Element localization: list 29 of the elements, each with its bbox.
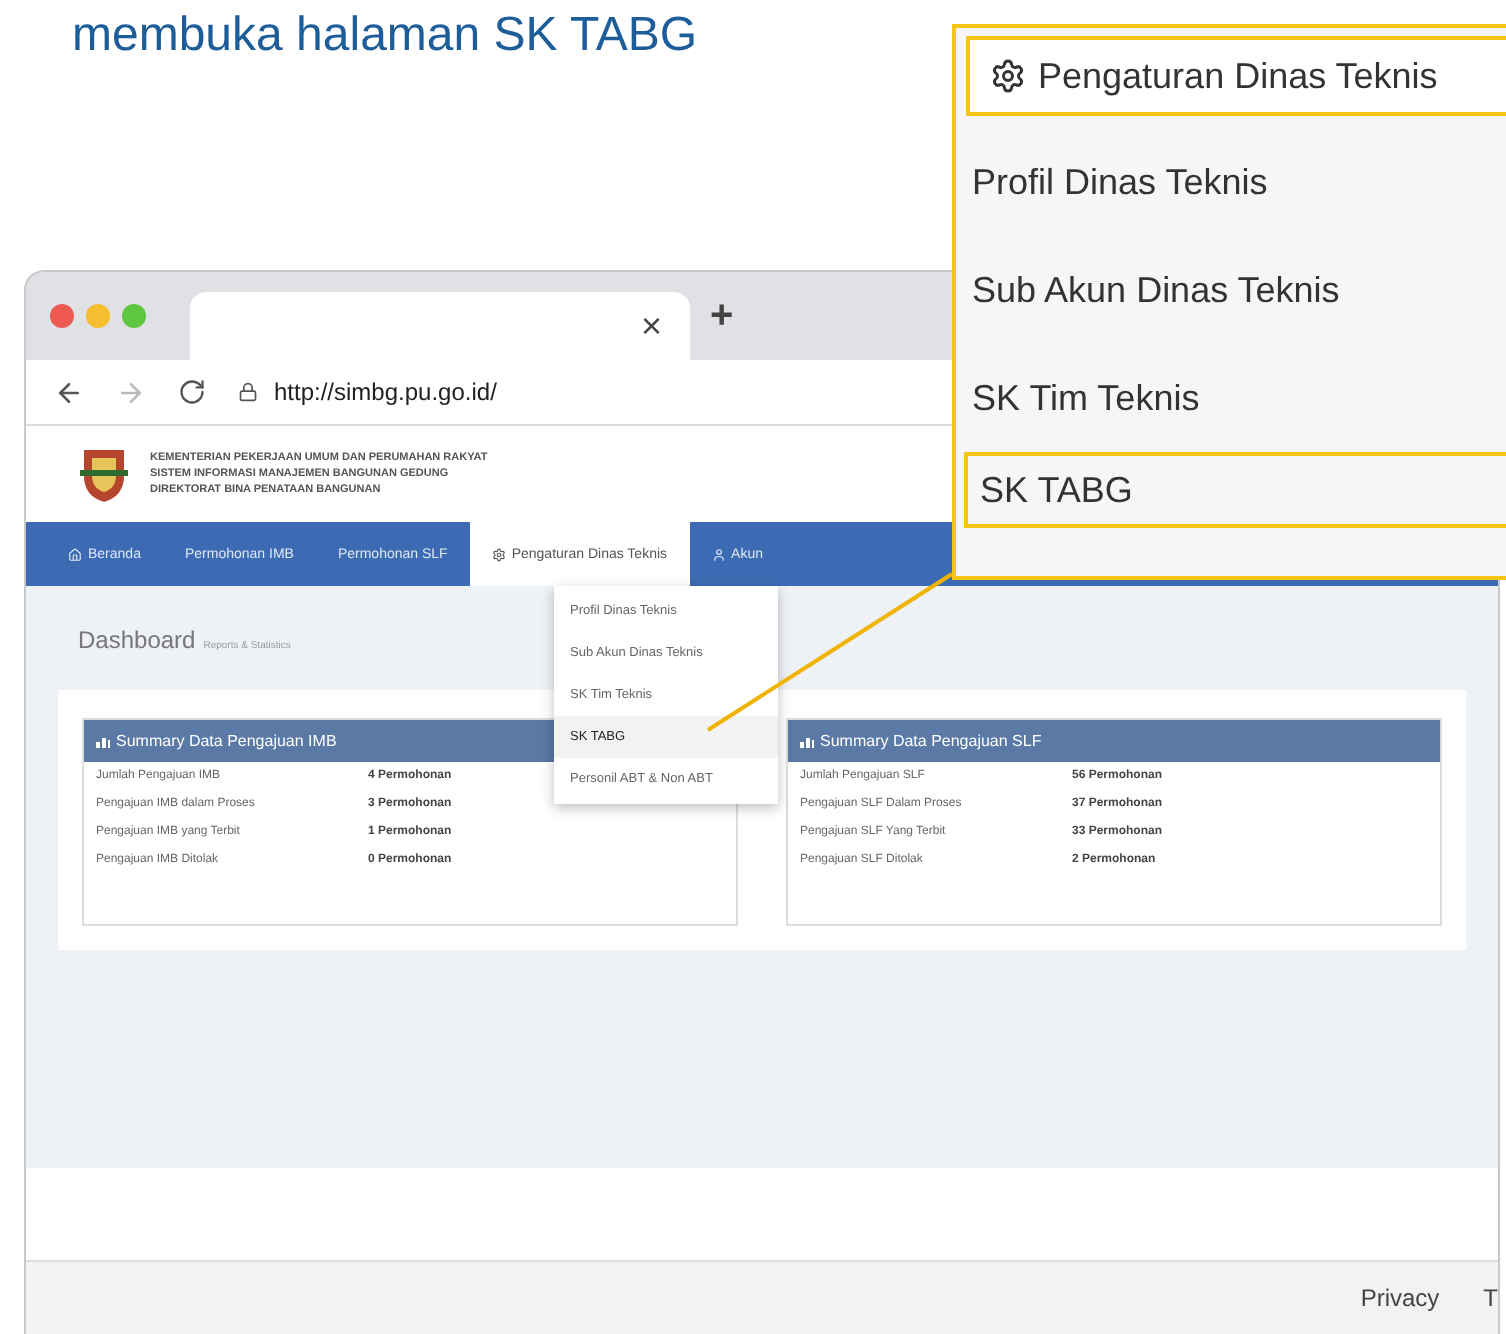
bar-chart-icon [96, 735, 110, 747]
panel-title: Summary Data Pengajuan SLF [820, 732, 1042, 750]
menu-item[interactable]: Profil Dinas Teknis [956, 128, 1506, 236]
home-icon [68, 547, 82, 561]
lock-icon [238, 382, 258, 402]
bar-chart-icon [800, 735, 814, 747]
settings-icon [990, 58, 1026, 94]
url-field[interactable]: http://simbg.pu.go.id/ [274, 378, 497, 406]
user-icon [711, 547, 726, 561]
reload-icon[interactable] [178, 378, 206, 406]
close-dot[interactable] [50, 304, 74, 328]
page-title: Dashboard [78, 626, 196, 654]
menu-header[interactable]: Pengaturan Dinas Teknis [966, 36, 1506, 116]
emblem-logo [78, 444, 130, 504]
footer-link[interactable]: Privacy [1360, 1284, 1440, 1312]
heading: membuka halaman SK TABG [72, 6, 700, 66]
close-tab-button[interactable]: × [640, 305, 662, 347]
menu-item[interactable]: SK TABG [964, 452, 1506, 528]
menu-item[interactable]: Sub Akun Dinas Teknis [956, 236, 1506, 344]
back-icon[interactable] [54, 377, 84, 407]
panel-title: Summary Data Pengajuan IMB [116, 732, 337, 750]
settings-icon [491, 547, 506, 561]
minimize-dot[interactable] [86, 304, 110, 328]
new-tab-button[interactable]: + [710, 293, 734, 339]
maximize-dot[interactable] [122, 304, 146, 328]
footer-link[interactable]: T [1483, 1284, 1498, 1312]
menu-item[interactable]: SK Tim Teknis [956, 344, 1506, 452]
browser-tab[interactable]: × [190, 292, 690, 360]
forward-icon[interactable] [116, 377, 146, 407]
